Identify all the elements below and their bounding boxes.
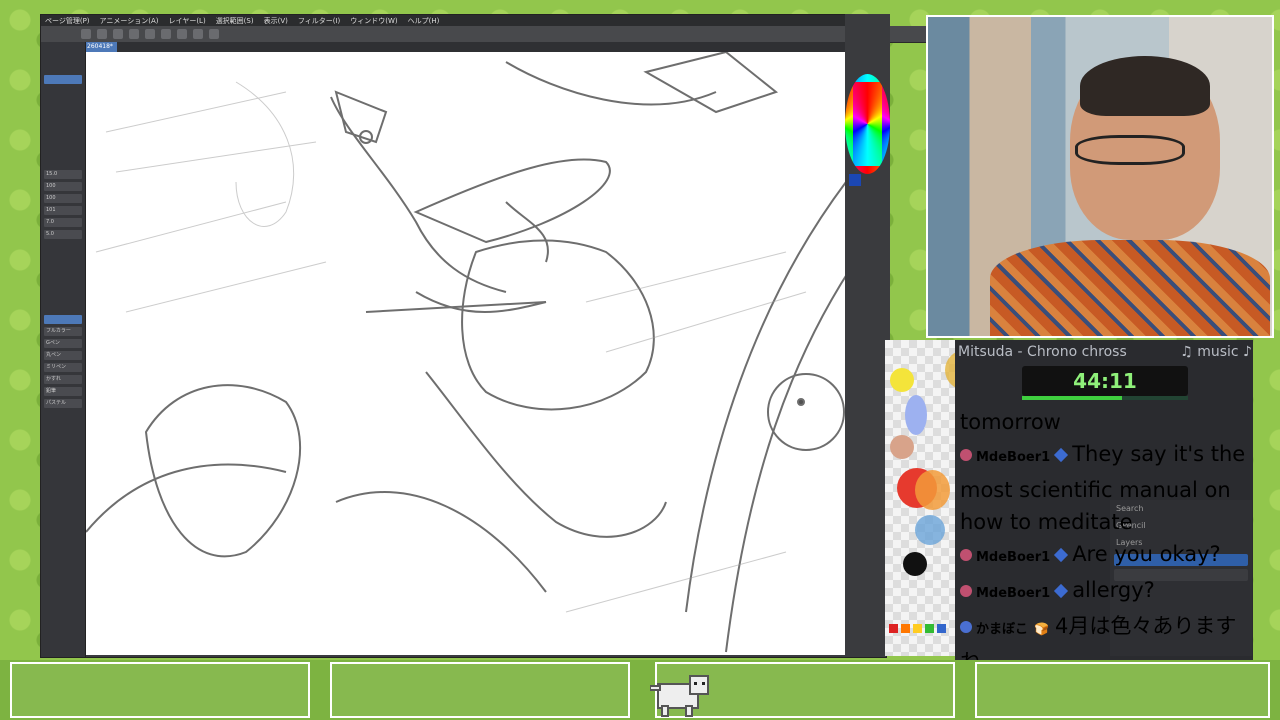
- property-value-b[interactable]: 7.0: [44, 218, 82, 227]
- command-toolbar: [41, 26, 926, 43]
- bottom-slot: [975, 662, 1270, 718]
- now-playing-track: Mitsuda - Chrono chross: [958, 344, 1127, 360]
- menu-view[interactable]: 表示(V): [264, 16, 288, 26]
- open-file-icon[interactable]: [97, 29, 107, 39]
- subtool-item[interactable]: 鉛筆: [44, 387, 82, 396]
- fairy-icon: [1054, 447, 1069, 463]
- ruler-icon[interactable]: [209, 29, 219, 39]
- user-badge-icon: [960, 621, 972, 633]
- document-tab[interactable]: 260418*: [83, 42, 117, 52]
- paint-blob: [915, 515, 945, 545]
- paint-blob: [903, 552, 927, 576]
- sketch-drawing: [86, 52, 877, 653]
- timer-progress-bar: [1022, 396, 1188, 400]
- chat-messages: tomorrow MdeBoer1 They say it's the most …: [960, 406, 1250, 678]
- main-color-swatch[interactable]: [849, 174, 861, 186]
- menu-animation[interactable]: アニメーション(A): [100, 16, 159, 26]
- subtool-item[interactable]: かすれ: [44, 375, 82, 384]
- subtool-header[interactable]: [44, 315, 82, 324]
- transform-icon[interactable]: [177, 29, 187, 39]
- chat-message: MdeBoer1 They say it's the most scientifi…: [960, 438, 1250, 538]
- paint-blob: [905, 395, 927, 435]
- subtool-item[interactable]: 丸ペン: [44, 351, 82, 360]
- bread-icon: 🍞: [1034, 622, 1049, 636]
- bottom-slot: [10, 662, 310, 718]
- property-value-c[interactable]: 5.0: [44, 230, 82, 239]
- now-playing: Mitsuda - Chrono chross ♫ music ♪: [958, 344, 1252, 364]
- document-tabbar: 260418*: [81, 42, 886, 52]
- selection-icon[interactable]: [193, 29, 203, 39]
- music-label: ♫ music ♪: [1180, 344, 1252, 360]
- swatch[interactable]: [901, 624, 910, 633]
- property-density[interactable]: 100: [44, 194, 82, 203]
- redo-icon[interactable]: [145, 29, 155, 39]
- subtool-item[interactable]: ミリペン: [44, 363, 82, 372]
- chat-username: かまぼこ: [976, 622, 1029, 637]
- paint-blob: [890, 368, 914, 392]
- menu-window[interactable]: ウィンドウ(W): [350, 16, 397, 26]
- swatch[interactable]: [925, 624, 934, 633]
- swatch[interactable]: [937, 624, 946, 633]
- streamer-sweater: [990, 240, 1270, 336]
- menu-page[interactable]: ページ管理(P): [45, 16, 90, 26]
- save-icon[interactable]: [113, 29, 123, 39]
- swatch[interactable]: [889, 624, 898, 633]
- paint-blob: [915, 470, 950, 510]
- fill-icon[interactable]: [161, 29, 171, 39]
- chat-username: MdeBoer1: [976, 550, 1051, 565]
- chat-text: allergy?: [1072, 578, 1155, 602]
- color-wheel[interactable]: [845, 74, 890, 174]
- user-badge-icon: [960, 585, 972, 597]
- chat-username: MdeBoer1: [976, 450, 1051, 465]
- tool-row[interactable]: [44, 75, 82, 84]
- menu-selection[interactable]: 選択範囲(S): [216, 16, 254, 26]
- color-panel: [845, 14, 890, 656]
- chat-message: MdeBoer1 allergy?: [960, 574, 1250, 610]
- property-brush-size[interactable]: 15.0: [44, 170, 82, 179]
- pixel-cat-icon: [650, 675, 709, 717]
- swatch[interactable]: [913, 624, 922, 633]
- user-badge-icon: [960, 449, 972, 461]
- undo-icon[interactable]: [129, 29, 139, 39]
- fairy-icon: [1054, 547, 1069, 563]
- new-file-icon[interactable]: [81, 29, 91, 39]
- menu-filter[interactable]: フィルター(I): [298, 16, 340, 26]
- streamer-glasses: [1075, 135, 1185, 165]
- subtool-item[interactable]: Gペン: [44, 339, 82, 348]
- paint-blob: [890, 435, 914, 459]
- chat-text: Are you okay?: [1072, 542, 1221, 566]
- fairy-icon: [1054, 583, 1069, 599]
- menu-layer[interactable]: レイヤー(L): [169, 16, 206, 26]
- property-opacity[interactable]: 100: [44, 182, 82, 191]
- chat-message: MdeBoer1 Are you okay?: [960, 538, 1250, 574]
- chat-text: tomorrow: [960, 410, 1061, 434]
- tool-property-panel: 15.0 100 100 101 7.0 5.0 フルカラー Gペン 丸ペン ミ…: [41, 42, 86, 657]
- menu-bar: ページ管理(P) アニメーション(A) レイヤー(L) 選択範囲(S) 表示(V…: [41, 15, 890, 26]
- chat-username: MdeBoer1: [976, 586, 1051, 601]
- chat-message: tomorrow: [960, 406, 1250, 438]
- bottom-slot: [330, 662, 630, 718]
- property-value-a[interactable]: 101: [44, 206, 82, 215]
- focus-timer: 44:11: [1022, 366, 1188, 396]
- user-badge-icon: [960, 549, 972, 561]
- streamer-hair: [1080, 56, 1210, 116]
- drawing-canvas[interactable]: [86, 52, 884, 655]
- subtool-item[interactable]: パステル: [44, 399, 82, 408]
- subtool-item[interactable]: フルカラー: [44, 327, 82, 336]
- menu-help[interactable]: ヘルプ(H): [408, 16, 440, 26]
